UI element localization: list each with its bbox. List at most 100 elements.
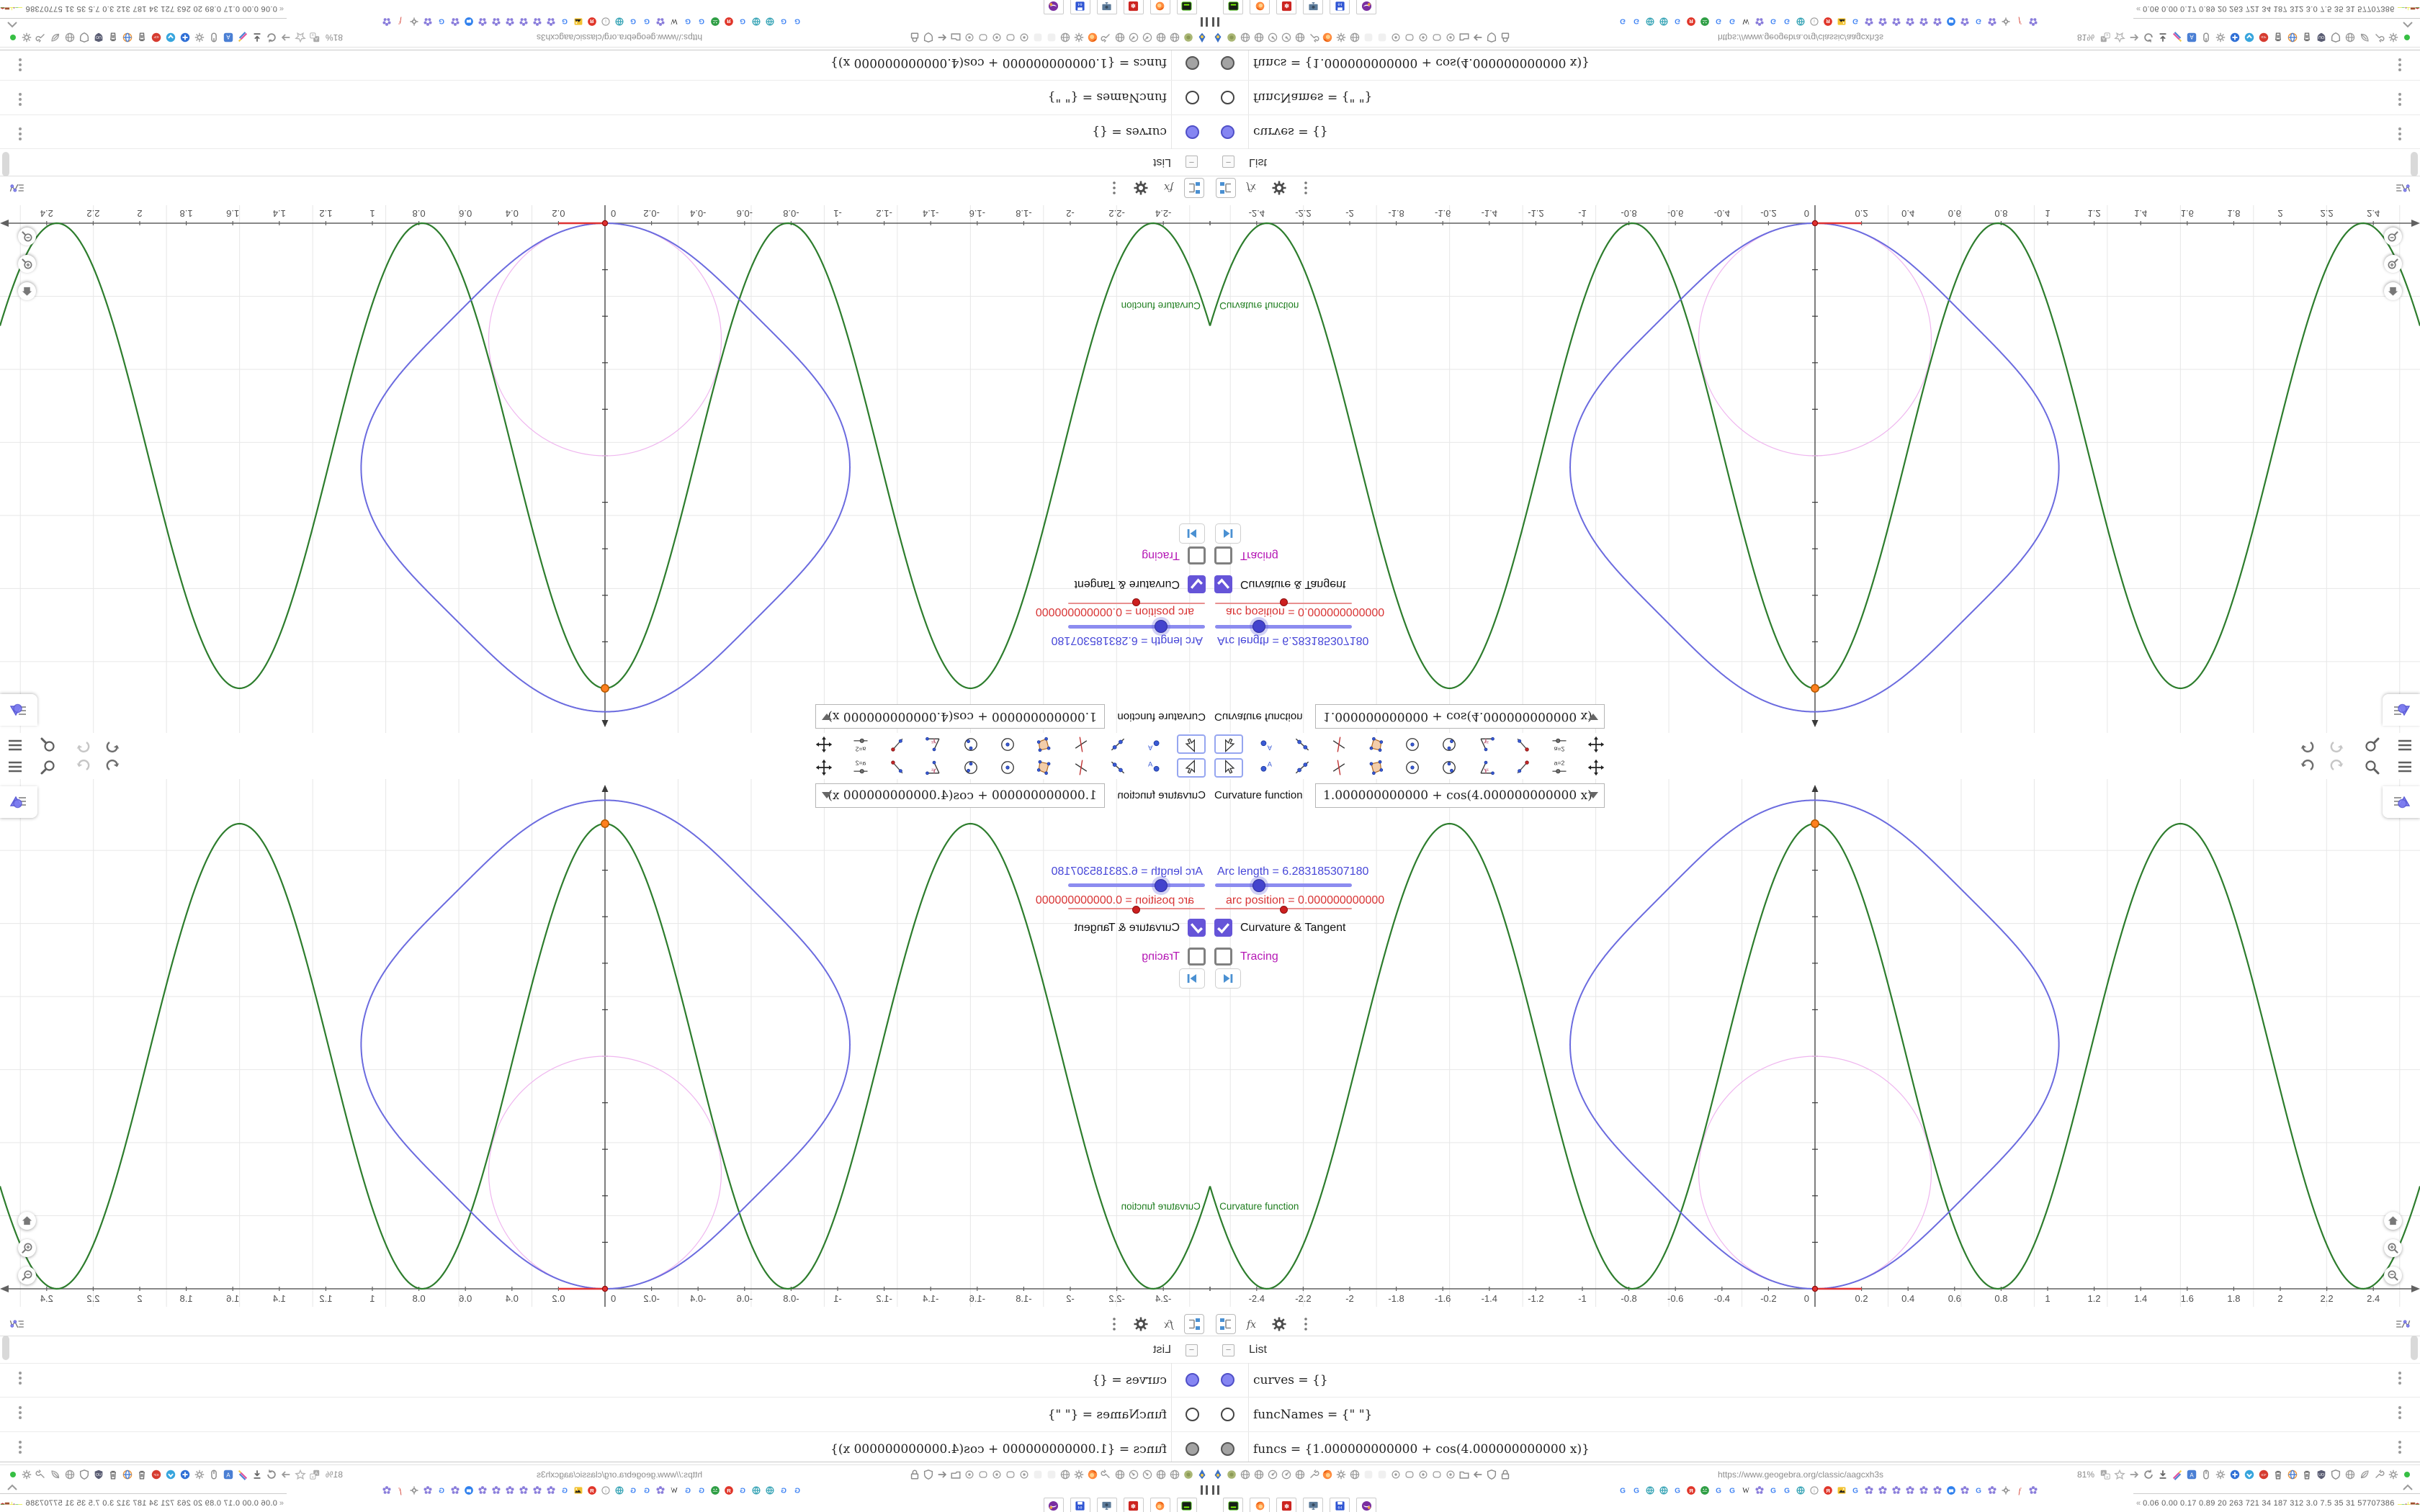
extension-pale-icon[interactable] xyxy=(1362,32,1374,44)
menu-icon[interactable] xyxy=(2396,735,2414,754)
tool-line-button[interactable] xyxy=(1103,734,1132,755)
kebab-menu-icon[interactable] xyxy=(1104,179,1124,199)
extension-globe-icon[interactable] xyxy=(1155,1468,1168,1480)
bookmark-flower-icon[interactable] xyxy=(450,1485,461,1495)
tool-conic-button[interactable] xyxy=(1435,757,1464,778)
curvature-tangent-checkbox[interactable] xyxy=(1214,575,1232,593)
extension-trash-icon[interactable] xyxy=(2272,32,2284,44)
extension-reload-icon[interactable] xyxy=(2142,1468,2154,1480)
bookmark-flower-icon[interactable] xyxy=(1877,17,1888,27)
extension-folder-icon[interactable] xyxy=(950,1468,962,1480)
pinned-tab-firefox[interactable] xyxy=(1250,1498,1270,1512)
extension-gear-icon[interactable] xyxy=(2214,32,2226,44)
function-dropdown[interactable]: 1.000000000000 + cos(4.000000000000 x) xyxy=(1315,704,1605,729)
pinned-tab-red-gear[interactable]: ✽ xyxy=(1276,1498,1296,1512)
extension-lock-icon[interactable] xyxy=(1499,32,1511,44)
extension-star-icon[interactable] xyxy=(2113,1468,2125,1480)
extension-reddot-icon[interactable]: ICF xyxy=(151,1468,163,1480)
arc-length-slider-knob[interactable] xyxy=(1252,879,1265,892)
extension-dotcircle-icon[interactable] xyxy=(1417,32,1429,44)
gear-icon[interactable] xyxy=(1269,179,1289,199)
extension-globe-icon[interactable] xyxy=(1169,32,1181,44)
bookmark-flower-icon[interactable] xyxy=(1754,1485,1765,1495)
auxiliary-objects-icon[interactable] xyxy=(7,178,27,198)
extension-leaf-icon[interactable] xyxy=(50,32,62,44)
pinned-tab-red-gear[interactable]: ✽ xyxy=(1276,0,1296,14)
bookmark-flower-icon[interactable] xyxy=(1959,1485,1970,1495)
extension-globe-icon[interactable] xyxy=(1294,32,1306,44)
extension-wrench-icon[interactable] xyxy=(2372,32,2385,44)
algebra-tree-view-button[interactable] xyxy=(1216,178,1236,199)
tool-move-graphics-view-button[interactable] xyxy=(810,734,838,755)
extension-shield-icon[interactable] xyxy=(2329,1468,2341,1480)
extension-wrench-icon[interactable] xyxy=(1307,32,1319,44)
extension-pen2-icon[interactable] xyxy=(2171,1468,2183,1480)
home-button[interactable] xyxy=(2384,282,2402,300)
bookmark-flower-icon[interactable] xyxy=(491,17,502,27)
search-icon[interactable] xyxy=(2362,758,2381,777)
extension-firefox-icon[interactable] xyxy=(1321,32,1333,44)
extension-dotcircle-icon[interactable] xyxy=(1018,32,1031,44)
bookmark-flower-icon[interactable] xyxy=(505,17,516,27)
extension-translate-icon[interactable]: Ax xyxy=(309,32,321,44)
undo-button[interactable] xyxy=(2296,758,2315,777)
extension-dotcircle-icon[interactable] xyxy=(964,1468,976,1480)
extension-pen2-icon[interactable] xyxy=(2171,32,2183,44)
bookmark-img-icon[interactable] xyxy=(573,1485,584,1495)
bookmark-G-icon[interactable]: G xyxy=(683,1485,694,1495)
pinned-tab-device[interactable] xyxy=(1223,1498,1243,1512)
tool-conic-button[interactable] xyxy=(1435,734,1464,755)
bookmark-ya-icon[interactable]: Я xyxy=(724,17,735,27)
bookmark-G-icon[interactable]: G xyxy=(696,1485,707,1495)
bookmark-G-icon[interactable]: G xyxy=(436,1485,447,1495)
bookmark-ya-icon[interactable]: Я xyxy=(1822,17,1833,27)
bookmark-info-icon[interactable]: i xyxy=(601,1485,611,1495)
bookmark-G-icon[interactable]: G xyxy=(628,1485,639,1495)
extension-gauge-icon[interactable] xyxy=(1142,32,1154,44)
extension-firefox-icon[interactable] xyxy=(1321,1468,1333,1480)
bookmark-teal-icon[interactable] xyxy=(751,1485,762,1495)
bookmark-flower-icon[interactable] xyxy=(1918,17,1929,27)
bookmark-fletter-icon[interactable]: f xyxy=(2014,17,2025,27)
zoom-in-button[interactable] xyxy=(2384,1239,2402,1257)
bookmark-flower-icon[interactable] xyxy=(1891,1485,1901,1495)
extension-dotcircle-icon[interactable] xyxy=(1417,1468,1429,1480)
collapse-group-button[interactable]: − xyxy=(1222,1344,1234,1356)
auxiliary-objects-icon[interactable] xyxy=(7,1314,27,1334)
extension-dotcircle-icon[interactable] xyxy=(991,1468,1003,1480)
extension-wrench-icon[interactable] xyxy=(1101,32,1113,44)
bookmark-G-icon[interactable]: G xyxy=(436,17,447,27)
bookmark-fletter-icon[interactable]: f xyxy=(395,17,406,27)
arc-length-slider-knob[interactable] xyxy=(1155,620,1168,633)
extension-gear-icon[interactable] xyxy=(1073,1468,1085,1480)
visibility-marble[interactable] xyxy=(1186,1442,1199,1456)
bookmark-teal-icon[interactable] xyxy=(1644,1485,1655,1495)
extension-globe-icon[interactable] xyxy=(1252,32,1265,44)
bookmark-ya-icon[interactable]: Я xyxy=(1685,1485,1696,1495)
extension-olive-icon[interactable] xyxy=(1225,32,1237,44)
extension-globe2-icon[interactable] xyxy=(2286,32,2298,44)
bookmark-flower-icon[interactable] xyxy=(382,1485,393,1495)
pinned-tab-device[interactable] xyxy=(1223,0,1243,14)
bookmark-flower-icon[interactable] xyxy=(519,1485,529,1495)
extension-trash-icon[interactable] xyxy=(2300,1468,2313,1480)
row-kebab-menu-icon[interactable] xyxy=(2398,58,2401,71)
graphics-stylebar-button[interactable] xyxy=(2383,786,2420,818)
extension-globe-icon[interactable] xyxy=(1348,32,1361,44)
bookmark-flower-icon[interactable] xyxy=(423,17,434,27)
extension-shielddark-icon[interactable]: UO xyxy=(2315,32,2327,44)
bookmark-flower-icon[interactable] xyxy=(478,1485,488,1495)
stats-collapse-icon[interactable]: « xyxy=(279,1499,284,1508)
extension-updown-icon[interactable] xyxy=(2243,1468,2255,1480)
bookmark-flower-icon[interactable] xyxy=(1891,17,1901,27)
bookmark-flower-icon[interactable] xyxy=(1918,1485,1929,1495)
visibility-marble[interactable] xyxy=(1186,56,1199,70)
bookmark-ya-icon[interactable]: Я xyxy=(724,1485,735,1495)
undo-button[interactable] xyxy=(2296,735,2315,754)
extension-roundsq-icon[interactable] xyxy=(1005,32,1017,44)
pinned-tab-firefox[interactable] xyxy=(1150,1498,1170,1512)
algebra-tree-view-button[interactable] xyxy=(1184,1313,1204,1334)
bookmark-G-icon[interactable]: G xyxy=(628,17,639,27)
visibility-marble[interactable] xyxy=(1186,91,1199,104)
extension-mouse-icon[interactable] xyxy=(208,1468,220,1480)
